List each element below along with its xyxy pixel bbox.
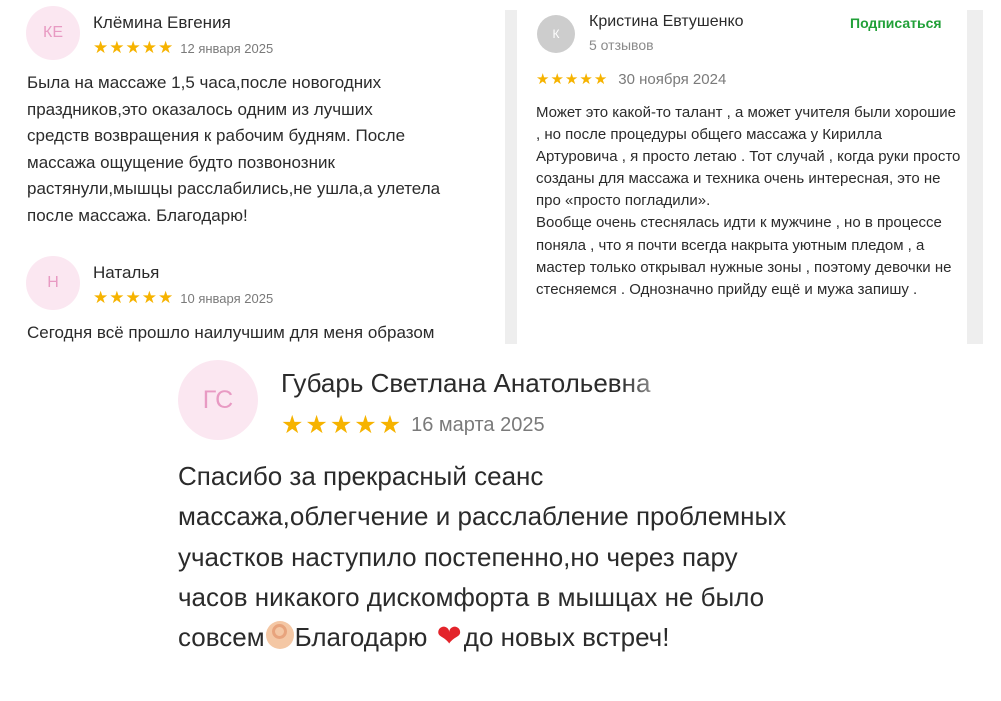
star-icon: ★	[281, 411, 304, 439]
review-date: 30 ноября 2024	[618, 70, 727, 88]
panel-divider	[505, 10, 517, 344]
star-icon: ★	[329, 411, 353, 439]
ok-hand-emoji	[265, 621, 294, 650]
rating-stars: ★ ★ ★ ★ ★ 30 ноября 2024	[536, 70, 727, 89]
right-review-panel: К Кристина Евтушенко 5 отзывов Подписать…	[517, 0, 967, 344]
star-icon: ★	[158, 38, 174, 57]
reviewer-name: Губарь Светлана Анатольевна	[281, 368, 651, 398]
avatar: КЕ	[26, 6, 80, 60]
red-heart-emoji: ❤	[436, 620, 462, 654]
star-icon: ★	[109, 38, 125, 57]
review-text: Спасибо за прекрасный сеанс массажа,обле…	[178, 456, 858, 664]
reviewer-name: Клёмина Евгения	[93, 13, 231, 32]
review-date: 10 января 2025	[180, 290, 274, 306]
star-icon: ★	[550, 71, 564, 88]
reviewer-name: Кристина Евтушенко	[589, 13, 744, 30]
review-paragraph: Может это какой-то талант , а может учит…	[536, 104, 961, 210]
star-icon: ★	[305, 411, 328, 439]
avatar: Н	[26, 256, 80, 310]
rating-stars: ★ ★ ★ ★ ★ 10 января 2025	[93, 288, 273, 308]
star-icon: ★	[109, 288, 125, 307]
review-text: Может это какой-то талант , а может учит…	[536, 102, 961, 344]
star-icon: ★	[354, 411, 377, 439]
reviews-count: 5 отзывов	[589, 37, 654, 53]
reviewer-name: Наталья	[93, 263, 160, 282]
star-icon: ★	[593, 71, 608, 88]
star-icon: ★	[378, 411, 402, 439]
star-icon: ★	[125, 288, 141, 307]
star-icon: ★	[93, 288, 109, 307]
review-text-mid: Благодарю	[294, 622, 435, 653]
star-icon: ★	[141, 38, 157, 57]
panel-edge	[967, 10, 983, 344]
left-reviews-panel: КЕ Клёмина Евгения ★ ★ ★ ★ ★ 12 января 2025 …	[0, 0, 500, 344]
star-icon: ★	[536, 71, 550, 88]
review-date: 12 января 2025	[180, 40, 274, 56]
rating-stars: ★ ★ ★ ★ ★ 16 марта 2025	[281, 410, 545, 440]
subscribe-button[interactable]: Подписаться	[850, 15, 942, 31]
star-icon: ★	[564, 71, 579, 88]
review-text-end: до новых встреч!	[463, 622, 670, 653]
star-icon: ★	[93, 38, 109, 57]
review-text: Была на массаже 1,5 часа,после новогодни…	[27, 73, 441, 225]
review-text: Сегодня всё прошло наилучшим для меня об…	[27, 323, 435, 342]
star-icon: ★	[141, 288, 157, 307]
avatar: К	[537, 15, 575, 53]
avatar: ГС	[178, 360, 258, 440]
review-date: 16 марта 2025	[411, 413, 545, 436]
review-paragraph: Вообще очень стеснялась идти к мужчине ,…	[536, 214, 952, 298]
star-icon: ★	[125, 38, 141, 57]
rating-stars: ★ ★ ★ ★ ★ 12 января 2025	[93, 38, 273, 58]
star-icon: ★	[158, 288, 174, 307]
star-icon: ★	[579, 71, 593, 88]
